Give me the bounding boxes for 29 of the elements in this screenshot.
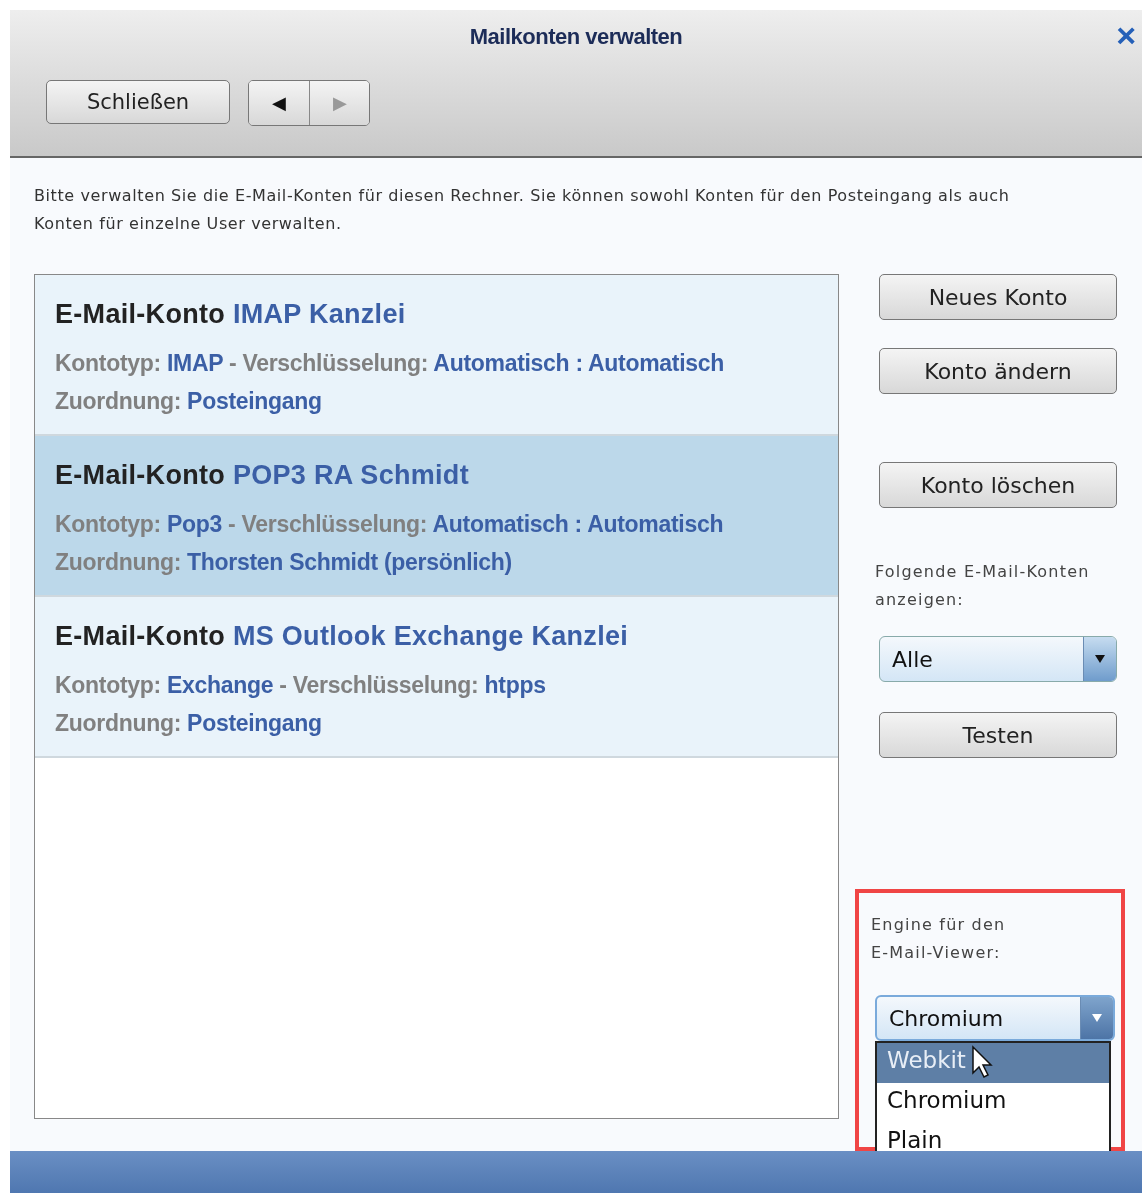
close-dialog-button[interactable]: Schließen: [46, 80, 230, 124]
dropdown-option[interactable]: Plain: [877, 1123, 1109, 1163]
account-action-button[interactable]: Konto ändern: [879, 348, 1117, 394]
account-action-button[interactable]: Neues Konto: [879, 274, 1117, 320]
mouse-pointer-icon: [971, 1045, 993, 1079]
back-button[interactable]: ◀: [249, 81, 309, 125]
engine-dropdown[interactable]: Chromium: [875, 995, 1115, 1041]
account-action-button[interactable]: Konto löschen: [879, 462, 1117, 508]
account-title: E-Mail-Konto MS Outlook Exchange Kanzlei: [55, 621, 630, 652]
filter-dropdown[interactable]: Alle: [879, 636, 1117, 682]
account-assignment-line: Zuordnung: Posteingang: [55, 709, 323, 738]
close-button[interactable]: ×: [1116, 18, 1136, 52]
dropdown-option[interactable]: Webkit: [877, 1043, 1109, 1083]
account-assignment-line: Zuordnung: Thorsten Schmidt (persönlich): [55, 548, 513, 577]
account-item[interactable]: E-Mail-Konto IMAP Kanzlei Kontotyp: IMAP - Verschlüsselung: Automatisch : Automatisch Zuordnung: Posteingang: [35, 275, 838, 436]
account-type-line: Kontotyp: Exchange - Verschlüsselung: htpps: [55, 671, 547, 700]
account-assignment-line: Zuordnung: Posteingang: [55, 387, 323, 416]
account-title: E-Mail-Konto IMAP Kanzlei: [55, 299, 407, 330]
window-title: Mailkonten verwalten: [469, 23, 683, 50]
test-button[interactable]: Testen: [879, 712, 1117, 758]
engine-label: Engine für den E-Mail-Viewer:: [871, 914, 1007, 964]
account-type-line: Kontotyp: IMAP - Verschlüsselung: Automatisch : Automatisch: [55, 349, 725, 378]
account-type-line: Kontotyp: Pop3 - Verschlüsselung: Automatisch : Automatisch: [55, 510, 725, 539]
filter-label: Folgende E-Mail-Konten anzeigen:: [875, 561, 1091, 611]
intro-text: Bitte verwalten Sie die E-Mail-Konten für diesen Rechner. Sie können sowohl Konten für den Posteingang als auch Konten für einzelne User verwalten.: [34, 185, 1011, 235]
dropdown-option[interactable]: Chromium: [877, 1083, 1109, 1123]
account-title: E-Mail-Konto POP3 RA Schmidt: [55, 460, 470, 491]
account-item[interactable]: E-Mail-Konto MS Outlook Exchange Kanzlei Kontotyp: Exchange - Verschlüsselung: htpps Zuordnung: Posteingang: [35, 597, 838, 758]
account-item[interactable]: E-Mail-Konto POP3 RA Schmidt Kontotyp: Pop3 - Verschlüsselung: Automatisch : Automatisch Zuordnung: Thorsten Schmidt (persönlich): [35, 436, 838, 597]
